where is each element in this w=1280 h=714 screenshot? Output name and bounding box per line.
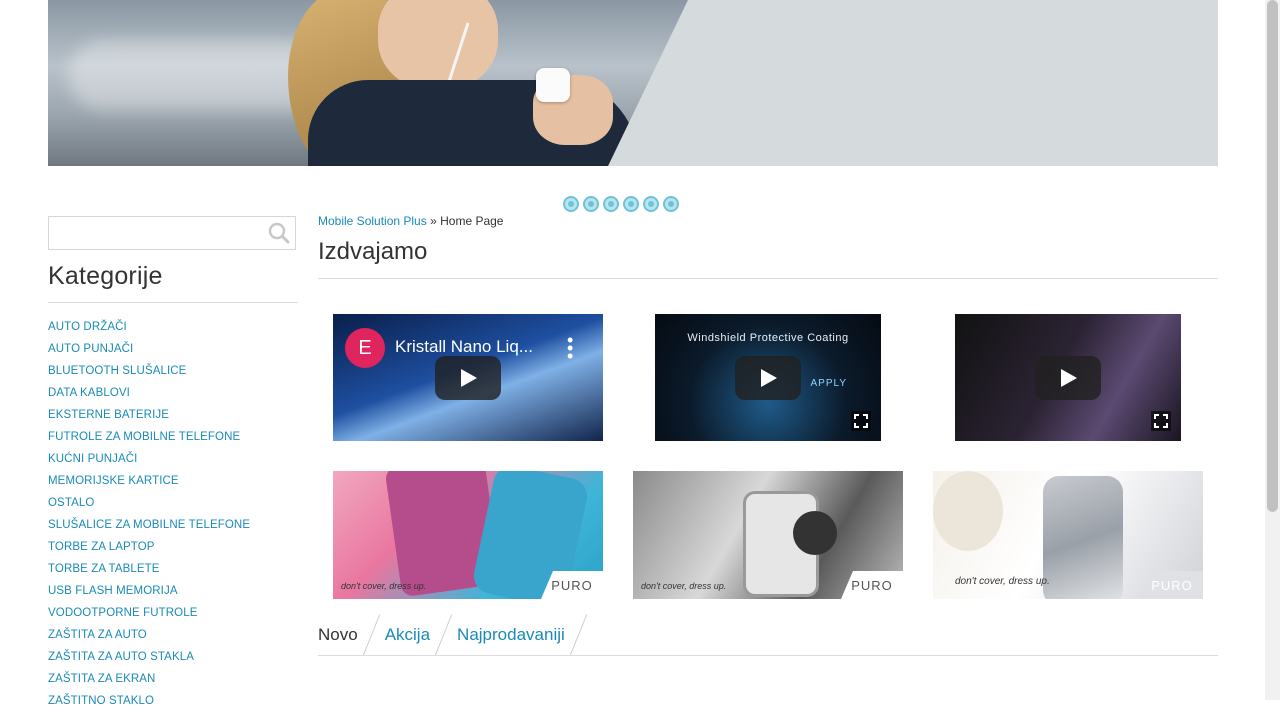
tab-novo[interactable]: Novo bbox=[318, 625, 358, 645]
breadcrumb: Mobile Solution Plus » Home Page bbox=[318, 214, 503, 228]
scrollbar-thumb[interactable] bbox=[1267, 0, 1278, 512]
channel-avatar[interactable]: E bbox=[345, 328, 385, 368]
list-item: AUTO DRŽAČI bbox=[48, 318, 250, 340]
category-link[interactable]: ZAŠTITNO STAKLO bbox=[48, 695, 154, 707]
breadcrumb-home-link[interactable]: Mobile Solution Plus bbox=[318, 214, 427, 228]
category-link[interactable]: ZAŠTITA ZA EKRAN bbox=[48, 673, 155, 685]
category-list: AUTO DRŽAČI AUTO PUNJAČI BLUETOOTH SLUŠA… bbox=[48, 318, 250, 714]
search-icon[interactable] bbox=[267, 221, 291, 245]
tab-separator bbox=[569, 614, 587, 656]
list-item: AUTO PUNJAČI bbox=[48, 340, 250, 362]
list-item: ZAŠTITA ZA EKRAN bbox=[48, 670, 250, 692]
category-link[interactable]: ZAŠTITA ZA AUTO STAKLA bbox=[48, 651, 194, 663]
hero-photo bbox=[48, 0, 688, 166]
search-input[interactable] bbox=[49, 217, 275, 249]
list-item: DATA KABLOVI bbox=[48, 384, 250, 406]
tab-akcija[interactable]: Akcija bbox=[385, 625, 430, 645]
list-item: ZAŠTITNO STAKLO bbox=[48, 692, 250, 714]
slider-dot[interactable] bbox=[563, 196, 579, 212]
promo-banner-car-holder[interactable]: don't cover, dress up. PURO bbox=[633, 471, 903, 599]
list-item: SLUŠALICE ZA MOBILNE TELEFONE bbox=[48, 516, 250, 538]
play-button[interactable] bbox=[435, 355, 501, 400]
breadcrumb-current: Home Page bbox=[440, 214, 504, 228]
category-link[interactable]: DATA KABLOVI bbox=[48, 387, 130, 399]
video-embed-windshield[interactable]: Windshield Protective Coating APPLY bbox=[655, 314, 881, 441]
category-link[interactable]: VODOOTPORNE FUTROLE bbox=[48, 607, 198, 619]
list-item: ZAŠTITA ZA AUTO STAKLA bbox=[48, 648, 250, 670]
promo-banner-cases[interactable]: don't cover, dress up. PURO bbox=[333, 471, 603, 599]
video-caption: Windshield Protective Coating bbox=[687, 332, 849, 344]
play-button[interactable] bbox=[1035, 355, 1101, 400]
list-item: KUĆNI PUNJAČI bbox=[48, 450, 250, 472]
slider-dot[interactable] bbox=[583, 196, 599, 212]
promo-tagline: don't cover, dress up. bbox=[341, 581, 427, 591]
product-tabs: Novo Akcija Najprodavaniji bbox=[318, 614, 592, 656]
category-link[interactable]: FUTROLE ZA MOBILNE TELEFONE bbox=[48, 431, 240, 443]
category-link[interactable]: BLUETOOTH SLUŠALICE bbox=[48, 365, 186, 377]
category-link[interactable]: MEMORIJSKE KARTICE bbox=[48, 475, 179, 487]
promo-tagline: don't cover, dress up. bbox=[641, 581, 727, 591]
list-item: EKSTERNE BATERIJE bbox=[48, 406, 250, 428]
tab-najprodavaniji[interactable]: Najprodavaniji bbox=[457, 625, 565, 645]
slider-dot[interactable] bbox=[643, 196, 659, 212]
scrollbar[interactable] bbox=[1265, 0, 1280, 700]
category-link[interactable]: KUĆNI PUNJAČI bbox=[48, 453, 137, 465]
slider-dot[interactable] bbox=[663, 196, 679, 212]
more-vert-icon[interactable]: • • • bbox=[567, 331, 573, 365]
list-item: USB FLASH MEMORIJA bbox=[48, 582, 250, 604]
list-item: MEMORIJSKE KARTICE bbox=[48, 472, 250, 494]
divider bbox=[48, 302, 298, 303]
list-item: BLUETOOTH SLUŠALICE bbox=[48, 362, 250, 384]
promo-banner-wallet-case[interactable]: don't cover, dress up. PURO bbox=[933, 471, 1203, 599]
video-title[interactable]: Kristall Nano Liq... bbox=[395, 337, 533, 357]
video-embed-product[interactable] bbox=[955, 314, 1181, 441]
category-link[interactable]: ZAŠTITA ZA AUTO bbox=[48, 629, 147, 641]
slider-dot[interactable] bbox=[623, 196, 639, 212]
slider-pagination bbox=[563, 196, 679, 212]
tab-separator bbox=[362, 614, 380, 656]
puro-logo: PURO bbox=[841, 571, 903, 599]
category-link[interactable]: OSTALO bbox=[48, 497, 94, 509]
divider bbox=[318, 278, 1218, 279]
divider bbox=[318, 655, 1218, 656]
fullscreen-icon[interactable] bbox=[851, 411, 871, 431]
promo-tagline: don't cover, dress up. bbox=[955, 576, 1050, 587]
list-item: TORBE ZA LAPTOP bbox=[48, 538, 250, 560]
list-item: OSTALO bbox=[48, 494, 250, 516]
list-item: FUTROLE ZA MOBILNE TELEFONE bbox=[48, 428, 250, 450]
video-embed-kristall[interactable]: E Kristall Nano Liq... • • • bbox=[333, 314, 603, 441]
list-item: TORBE ZA TABLETE bbox=[48, 560, 250, 582]
category-link[interactable]: AUTO PUNJAČI bbox=[48, 343, 133, 355]
search-box bbox=[48, 216, 296, 250]
play-button[interactable] bbox=[735, 355, 801, 400]
category-link[interactable]: TORBE ZA LAPTOP bbox=[48, 541, 155, 553]
category-link[interactable]: AUTO DRŽAČI bbox=[48, 321, 127, 333]
hero-banner[interactable] bbox=[48, 0, 1218, 166]
puro-logo: PURO bbox=[1141, 571, 1203, 599]
video-subcaption: APPLY bbox=[810, 378, 847, 389]
page-title: Izdvajamo bbox=[318, 238, 428, 265]
category-link[interactable]: USB FLASH MEMORIJA bbox=[48, 585, 178, 597]
earbuds-case-image bbox=[536, 68, 570, 102]
breadcrumb-separator: » bbox=[430, 214, 437, 228]
slider-dot[interactable] bbox=[603, 196, 619, 212]
fullscreen-icon[interactable] bbox=[1151, 411, 1171, 431]
category-link[interactable]: TORBE ZA TABLETE bbox=[48, 563, 160, 575]
category-link[interactable]: SLUŠALICE ZA MOBILNE TELEFONE bbox=[48, 519, 250, 531]
list-item: VODOOTPORNE FUTROLE bbox=[48, 604, 250, 626]
list-item: ZAŠTITA ZA AUTO bbox=[48, 626, 250, 648]
category-link[interactable]: EKSTERNE BATERIJE bbox=[48, 409, 169, 421]
categories-title: Kategorije bbox=[48, 262, 163, 290]
tab-separator bbox=[434, 614, 453, 656]
